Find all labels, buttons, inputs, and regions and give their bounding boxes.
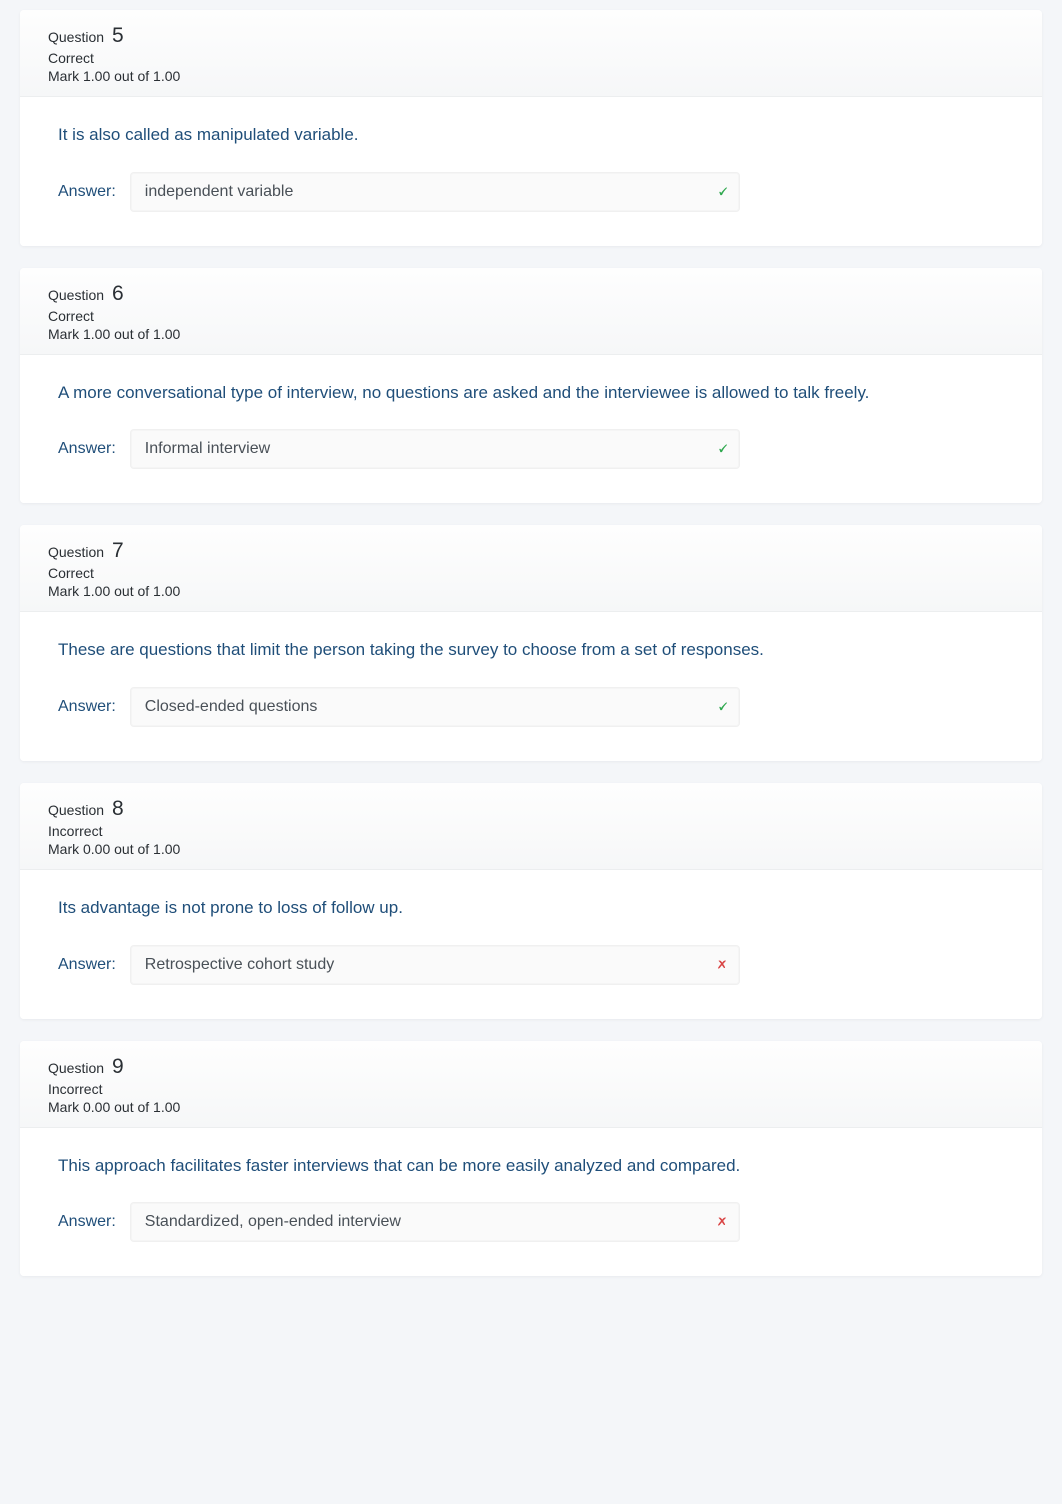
- answer-input[interactable]: [130, 687, 740, 727]
- question-state: Incorrect: [48, 1081, 1014, 1097]
- question-prompt: It is also called as manipulated variabl…: [58, 123, 1004, 148]
- cross-icon: 🗴: [716, 956, 727, 973]
- question-mark: Mark 1.00 out of 1.00: [48, 68, 1014, 84]
- question-body: Its advantage is not prone to loss of fo…: [20, 870, 1042, 1019]
- question-state: Correct: [48, 565, 1014, 581]
- answer-row: Answer: 🗸: [58, 429, 1004, 469]
- answer-input-wrapper: 🗴: [130, 1202, 740, 1242]
- question-mark: Mark 1.00 out of 1.00: [48, 583, 1014, 599]
- check-icon: 🗸: [717, 183, 728, 200]
- question-word: Question: [48, 287, 104, 303]
- answer-input[interactable]: [130, 945, 740, 985]
- question-number: 7: [112, 539, 124, 562]
- answer-input-wrapper: 🗸: [130, 687, 740, 727]
- answer-row: Answer: 🗸: [58, 687, 1004, 727]
- question-number-line: Question 9: [48, 1055, 1014, 1079]
- question-header: Question 6 Correct Mark 1.00 out of 1.00: [20, 268, 1042, 355]
- answer-label: Answer:: [58, 440, 116, 458]
- question-word: Question: [48, 802, 104, 818]
- question-header: Question 8 Incorrect Mark 0.00 out of 1.…: [20, 783, 1042, 870]
- question-state: Correct: [48, 50, 1014, 66]
- check-icon: 🗸: [717, 441, 728, 458]
- question-number: 9: [112, 1055, 124, 1078]
- question-mark: Mark 1.00 out of 1.00: [48, 326, 1014, 342]
- question-block: Question 5 Correct Mark 1.00 out of 1.00…: [20, 10, 1042, 246]
- question-header: Question 5 Correct Mark 1.00 out of 1.00: [20, 10, 1042, 97]
- question-header: Question 9 Incorrect Mark 0.00 out of 1.…: [20, 1041, 1042, 1128]
- question-number-line: Question 5: [48, 24, 1014, 48]
- answer-input-wrapper: 🗸: [130, 429, 740, 469]
- question-state: Incorrect: [48, 823, 1014, 839]
- answer-input-wrapper: 🗸: [130, 172, 740, 212]
- question-block: Question 8 Incorrect Mark 0.00 out of 1.…: [20, 783, 1042, 1019]
- question-block: Question 9 Incorrect Mark 0.00 out of 1.…: [20, 1041, 1042, 1277]
- check-icon: 🗸: [717, 698, 728, 715]
- question-block: Question 7 Correct Mark 1.00 out of 1.00…: [20, 525, 1042, 761]
- question-body: These are questions that limit the perso…: [20, 612, 1042, 761]
- question-body: It is also called as manipulated variabl…: [20, 97, 1042, 246]
- question-header: Question 7 Correct Mark 1.00 out of 1.00: [20, 525, 1042, 612]
- cross-icon: 🗴: [716, 1214, 727, 1231]
- question-state: Correct: [48, 308, 1014, 324]
- answer-input[interactable]: [130, 172, 740, 212]
- answer-label: Answer:: [58, 956, 116, 974]
- questions-list: Question 5 Correct Mark 1.00 out of 1.00…: [20, 10, 1042, 1276]
- question-prompt: A more conversational type of interview,…: [58, 381, 1004, 406]
- question-number: 5: [112, 24, 124, 47]
- question-number-line: Question 7: [48, 539, 1014, 563]
- answer-input[interactable]: [130, 429, 740, 469]
- question-body: This approach facilitates faster intervi…: [20, 1128, 1042, 1277]
- question-word: Question: [48, 544, 104, 560]
- question-mark: Mark 0.00 out of 1.00: [48, 1099, 1014, 1115]
- answer-label: Answer:: [58, 183, 116, 201]
- answer-row: Answer: 🗴: [58, 945, 1004, 985]
- question-number: 8: [112, 797, 124, 820]
- answer-label: Answer:: [58, 698, 116, 716]
- question-block: Question 6 Correct Mark 1.00 out of 1.00…: [20, 268, 1042, 504]
- answer-input-wrapper: 🗴: [130, 945, 740, 985]
- question-word: Question: [48, 29, 104, 45]
- question-number-line: Question 8: [48, 797, 1014, 821]
- question-number-line: Question 6: [48, 282, 1014, 306]
- answer-label: Answer:: [58, 1213, 116, 1231]
- question-prompt: Its advantage is not prone to loss of fo…: [58, 896, 1004, 921]
- question-mark: Mark 0.00 out of 1.00: [48, 841, 1014, 857]
- answer-row: Answer: 🗴: [58, 1202, 1004, 1242]
- question-number: 6: [112, 282, 124, 305]
- question-body: A more conversational type of interview,…: [20, 355, 1042, 504]
- question-prompt: This approach facilitates faster intervi…: [58, 1154, 1004, 1179]
- answer-row: Answer: 🗸: [58, 172, 1004, 212]
- question-word: Question: [48, 1060, 104, 1076]
- question-prompt: These are questions that limit the perso…: [58, 638, 1004, 663]
- answer-input[interactable]: [130, 1202, 740, 1242]
